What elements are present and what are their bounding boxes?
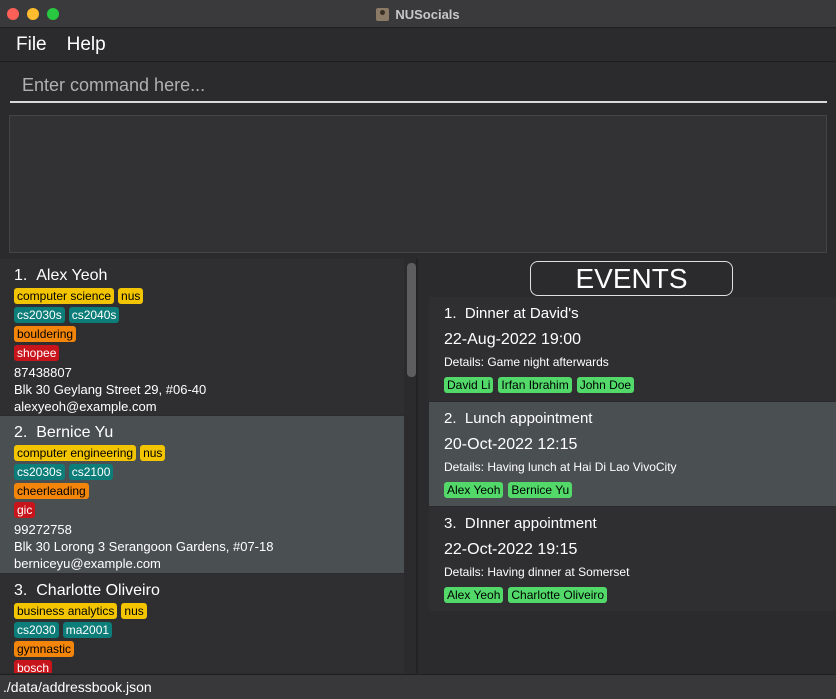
person-name: 3. Charlotte Oliveiro: [14, 582, 160, 599]
event-datetime: 20-Oct-2022 12:15: [444, 436, 578, 453]
tag: cs2100: [68, 464, 114, 480]
tag-row: gic: [14, 502, 404, 519]
tag: computer science: [14, 288, 115, 304]
person-card[interactable]: 3. Charlotte Oliveiro business analytics…: [0, 574, 404, 673]
tag: gymnastic: [14, 641, 75, 657]
tag: computer engineering: [14, 445, 137, 461]
tag: ma2001: [62, 622, 113, 638]
person-card[interactable]: 1. Alex Yeoh computer science nus cs2030…: [0, 259, 404, 415]
person-address: Blk 30 Geylang Street 29, #06-40: [14, 382, 207, 397]
tag-row: cs2030s cs2040s: [14, 307, 404, 324]
tag: cheerleading: [14, 483, 89, 499]
tag-row: computer engineering nus: [14, 445, 404, 462]
participant-tag: David Li: [444, 377, 494, 393]
person-address: Blk 30 Lorong 3 Serangoon Gardens, #07-1…: [14, 539, 274, 554]
participant-tag: Alex Yeoh: [444, 482, 504, 498]
window-title-text: NUSocials: [395, 6, 460, 22]
menu-bar: File Help: [0, 29, 836, 62]
tag-row: cheerleading: [14, 483, 404, 500]
tag-row: business analytics nus: [14, 603, 404, 620]
events-panel: EVENTS 1. Dinner at David's 22-Aug-2022 …: [420, 259, 836, 673]
tag-row: cs2030 ma2001: [14, 622, 404, 639]
command-input[interactable]: [10, 69, 827, 103]
event-participants: Alex Yeoh Charlotte Oliveiro: [444, 587, 836, 603]
event-details: Details: Game night afterwards: [444, 355, 609, 369]
participant-tag: Charlotte Oliveiro: [508, 587, 608, 603]
tag-row: computer science nus: [14, 288, 404, 305]
window-title: NUSocials: [0, 0, 836, 28]
result-display: [9, 115, 827, 253]
app-icon: [376, 7, 390, 21]
person-card-selected[interactable]: 2. Bernice Yu computer engineering nus c…: [0, 416, 404, 573]
menu-file[interactable]: File: [16, 34, 47, 56]
event-title: 1. Dinner at David's: [444, 305, 579, 322]
person-list[interactable]: 1. Alex Yeoh computer science nus cs2030…: [0, 259, 418, 673]
event-details: Details: Having dinner at Somerset: [444, 565, 630, 579]
person-list-scrollbar[interactable]: [407, 263, 416, 377]
participant-tag: Alex Yeoh: [444, 587, 504, 603]
tag: nus: [118, 288, 144, 304]
tag: gic: [14, 502, 36, 518]
tag-row: bouldering: [14, 326, 404, 343]
tag: cs2030s: [14, 464, 65, 480]
event-title: 3. DInner appointment: [444, 515, 597, 532]
tag: nus: [140, 445, 166, 461]
tag: cs2040s: [68, 307, 120, 323]
person-name: 1. Alex Yeoh: [14, 267, 108, 284]
person-email: alexyeoh@example.com: [14, 399, 157, 414]
event-details: Details: Having lunch at Hai Di Lao Vivo…: [444, 460, 677, 474]
tag: business analytics: [14, 603, 118, 619]
title-bar: NUSocials: [0, 0, 836, 28]
command-box: [0, 63, 836, 111]
participant-tag: Bernice Yu: [508, 482, 573, 498]
event-title: 2. Lunch appointment: [444, 410, 593, 427]
participant-tag: Irfan Ibrahim: [498, 377, 572, 393]
menu-help[interactable]: Help: [67, 34, 106, 56]
person-name: 2. Bernice Yu: [14, 424, 114, 441]
person-phone: 99272758: [14, 522, 72, 537]
tag: shopee: [14, 345, 60, 361]
event-datetime: 22-Aug-2022 19:00: [444, 331, 581, 348]
events-header: EVENTS: [530, 261, 733, 296]
tag-row: cs2030s cs2100: [14, 464, 404, 481]
event-card[interactable]: 1. Dinner at David's 22-Aug-2022 19:00 D…: [429, 297, 836, 401]
event-participants: Alex Yeoh Bernice Yu: [444, 482, 836, 498]
event-card-selected[interactable]: 2. Lunch appointment 20-Oct-2022 12:15 D…: [429, 402, 836, 506]
tag: cs2030s: [14, 307, 65, 323]
tag-row: gymnastic: [14, 641, 404, 658]
participant-tag: John Doe: [576, 377, 635, 393]
tag: nus: [121, 603, 147, 619]
person-email: berniceyu@example.com: [14, 556, 161, 571]
tag: bouldering: [14, 326, 77, 342]
tag-row: bosch: [14, 660, 404, 673]
tag: bosch: [14, 660, 53, 673]
person-phone: 87438807: [14, 365, 72, 380]
tag: cs2030: [14, 622, 59, 638]
event-participants: David Li Irfan Ibrahim John Doe: [444, 377, 836, 393]
event-datetime: 22-Oct-2022 19:15: [444, 541, 578, 558]
save-location: ./data/addressbook.json: [3, 679, 152, 695]
event-card[interactable]: 3. DInner appointment 22-Oct-2022 19:15 …: [429, 507, 836, 611]
status-bar: ./data/addressbook.json: [0, 674, 836, 699]
tag-row: shopee: [14, 345, 404, 362]
